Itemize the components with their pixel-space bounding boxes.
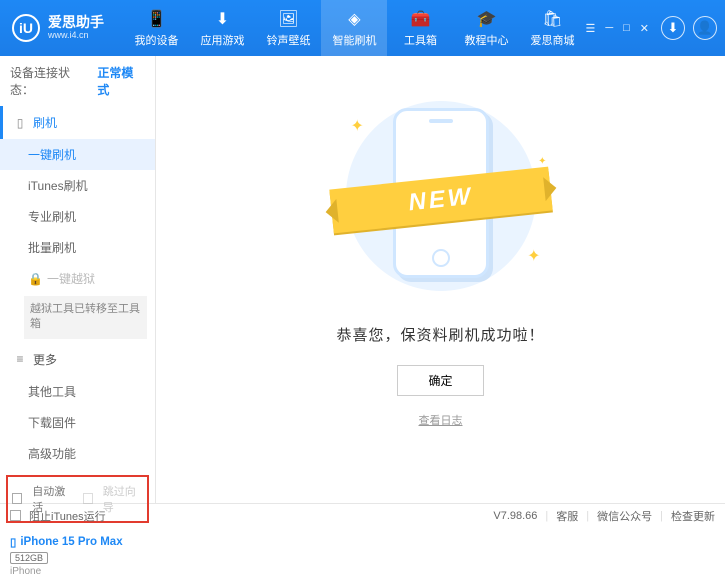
nav-shop[interactable]: 🛍爱思商城	[519, 0, 585, 56]
section-flash[interactable]: ▯刷机	[0, 106, 155, 139]
apps-icon: ⬇	[212, 9, 232, 29]
sidebar: 设备连接状态： 正常模式 ▯刷机 一键刷机 iTunes刷机 专业刷机 批量刷机…	[0, 56, 156, 503]
tutorial-icon: 🎓	[476, 9, 496, 29]
sidebar-itunes-flash[interactable]: iTunes刷机	[0, 170, 155, 201]
sidebar-jailbreak: 🔒一键越狱	[0, 263, 155, 294]
nav-flash[interactable]: ◈智能刷机	[321, 0, 387, 56]
maximize-icon[interactable]: □	[623, 22, 630, 35]
nav-apps[interactable]: ⬇应用游戏	[189, 0, 255, 56]
sparkle-icon: ✦	[351, 116, 364, 136]
version-label: V7.98.66	[493, 510, 537, 522]
block-itunes-checkbox[interactable]	[10, 510, 21, 521]
phone-icon: 📱	[146, 9, 166, 29]
sidebar-download-firmware[interactable]: 下载固件	[0, 407, 155, 438]
window-controls: ☰ ─ □ ✕	[585, 22, 649, 35]
close-icon[interactable]: ✕	[640, 22, 649, 35]
nav-my-device[interactable]: 📱我的设备	[123, 0, 189, 56]
sidebar-batch-flash[interactable]: 批量刷机	[0, 232, 155, 263]
block-itunes-label: 阻止iTunes运行	[29, 508, 106, 524]
app-website: www.i4.cn	[48, 31, 104, 41]
phone-small-icon: ▯	[13, 116, 27, 130]
device-type: iPhone	[10, 566, 145, 577]
menu-icon[interactable]: ☰	[585, 22, 595, 35]
success-illustration: NEW ✦ ✦ ✦	[341, 96, 541, 296]
header-right: ☰ ─ □ ✕ ⬇ 👤	[585, 16, 717, 40]
app-name: 爱思助手	[48, 15, 104, 30]
sidebar-other-tools[interactable]: 其他工具	[0, 376, 155, 407]
sparkle-icon: ✦	[527, 246, 540, 266]
list-icon: ≡	[13, 352, 27, 366]
success-message: 恭喜您，保资料刷机成功啦！	[336, 324, 544, 345]
connection-status: 设备连接状态： 正常模式	[0, 56, 155, 106]
main-content: NEW ✦ ✦ ✦ 恭喜您，保资料刷机成功啦！ 确定 查看日志	[156, 56, 725, 503]
support-link[interactable]: 客服	[556, 508, 578, 524]
status-value: 正常模式	[97, 64, 145, 98]
minimize-icon[interactable]: ─	[605, 22, 613, 35]
logo-icon: iU	[12, 14, 40, 42]
user-button[interactable]: 👤	[693, 16, 717, 40]
app-header: iU 爱思助手 www.i4.cn 📱我的设备 ⬇应用游戏 🖼铃声壁纸 ◈智能刷…	[0, 0, 725, 56]
skip-guide-checkbox[interactable]	[83, 493, 93, 504]
toolbox-icon: 🧰	[410, 9, 430, 29]
sidebar-pro-flash[interactable]: 专业刷机	[0, 201, 155, 232]
shop-icon: 🛍	[542, 9, 562, 29]
auto-activate-checkbox[interactable]	[12, 493, 22, 504]
skip-guide-label: 跳过向导	[103, 483, 143, 515]
sparkle-icon: ✦	[538, 156, 546, 167]
section-more[interactable]: ≡更多	[0, 343, 155, 376]
check-update-link[interactable]: 检查更新	[671, 508, 715, 524]
view-log-link[interactable]: 查看日志	[419, 412, 463, 428]
storage-badge: 512GB	[10, 552, 48, 564]
sidebar-one-click-flash[interactable]: 一键刷机	[0, 139, 155, 170]
ok-button[interactable]: 确定	[397, 365, 483, 396]
wechat-link[interactable]: 微信公众号	[597, 508, 652, 524]
lock-icon: 🔒	[28, 272, 43, 286]
nav-toolbox[interactable]: 🧰工具箱	[387, 0, 453, 56]
nav-ringtones[interactable]: 🖼铃声壁纸	[255, 0, 321, 56]
flash-icon: ◈	[344, 9, 364, 29]
download-button[interactable]: ⬇	[661, 16, 685, 40]
device-info[interactable]: ▯iPhone 15 Pro Max 512GB iPhone	[0, 529, 155, 585]
top-nav: 📱我的设备 ⬇应用游戏 🖼铃声壁纸 ◈智能刷机 🧰工具箱 🎓教程中心 🛍爱思商城	[123, 0, 585, 56]
device-icon: ▯	[10, 535, 16, 549]
jailbreak-moved-note: 越狱工具已转移至工具箱	[24, 296, 147, 339]
nav-tutorials[interactable]: 🎓教程中心	[453, 0, 519, 56]
wallpaper-icon: 🖼	[278, 9, 298, 29]
sidebar-advanced[interactable]: 高级功能	[0, 438, 155, 469]
logo-area: iU 爱思助手 www.i4.cn	[12, 14, 123, 42]
